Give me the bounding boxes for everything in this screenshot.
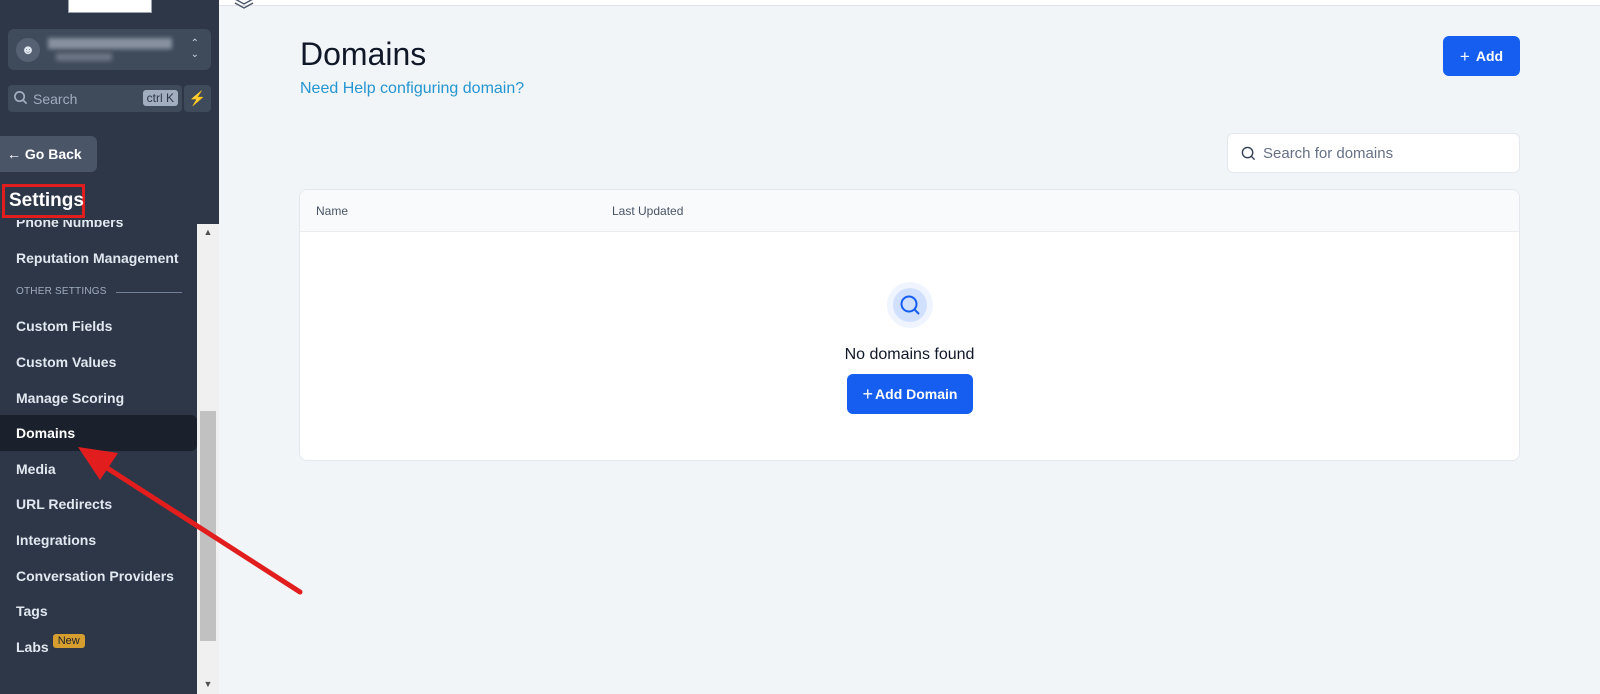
sidebar-item-reputation-management[interactable]: Reputation Management	[0, 240, 197, 276]
domains-table: Name Last Updated No domains found + Add …	[299, 189, 1520, 461]
search-icon	[14, 91, 28, 105]
column-header-last-updated[interactable]: Last Updated	[612, 204, 683, 218]
sidebar-item-url-redirects[interactable]: URL Redirects	[0, 486, 197, 522]
add-button-label: Add	[1475, 48, 1504, 64]
new-badge: New	[52, 634, 85, 648]
account-subtitle-redacted	[56, 53, 112, 61]
scroll-down-icon[interactable]: ▼	[197, 676, 219, 692]
section-divider	[116, 292, 182, 293]
account-switcher[interactable]: ☻ ⌃ ⌄	[8, 29, 211, 70]
sidebar-item-domains[interactable]: Domains	[0, 415, 197, 451]
bolt-icon: ⚡	[188, 90, 207, 106]
scroll-up-icon[interactable]: ▲	[197, 224, 219, 240]
account-name-redacted	[48, 38, 172, 49]
layers-icon[interactable]	[233, 0, 255, 12]
scrollbar-thumb[interactable]	[200, 411, 216, 641]
sidebar-item-tags[interactable]: Tags	[0, 593, 197, 629]
search-icon	[900, 295, 920, 315]
search-domains-placeholder: Search for domains	[1263, 145, 1394, 162]
sidebar-search-placeholder: Search	[33, 91, 78, 107]
empty-state-icon	[887, 282, 933, 328]
table-header: Name Last Updated	[300, 190, 1519, 232]
page-title: Domains	[300, 36, 427, 72]
go-back-label: Go Back	[24, 146, 82, 162]
go-back-button[interactable]: ← Go Back	[0, 136, 97, 172]
sidebar-item-phone-numbers[interactable]: Phone Numbers	[0, 220, 197, 240]
add-domain-label: Add Domain	[875, 386, 958, 402]
search-shortcut: ctrl K	[142, 90, 178, 106]
search-domains-input[interactable]: Search for domains	[1227, 133, 1520, 173]
settings-nav: Phone Numbers Reputation Management OTHE…	[0, 220, 197, 694]
help-link[interactable]: Need Help configuring domain?	[300, 80, 524, 98]
user-icon: ☻	[16, 38, 40, 62]
empty-state-text: No domains found	[844, 346, 975, 363]
add-button[interactable]: + Add	[1443, 36, 1520, 76]
section-label-other-settings: OTHER SETTINGS	[16, 286, 107, 297]
settings-title: Settings	[2, 184, 85, 218]
quick-actions-button[interactable]: ⚡	[184, 85, 211, 112]
sidebar-item-media[interactable]: Media	[0, 451, 197, 487]
sidebar-item-manage-scoring[interactable]: Manage Scoring	[0, 380, 197, 416]
sidebar-item-labs-label: Labs	[16, 639, 49, 655]
add-domain-button[interactable]: + Add Domain	[847, 374, 973, 414]
sidebar-item-custom-values[interactable]: Custom Values	[0, 344, 197, 380]
sidebar-search[interactable]: Search ctrl K	[8, 85, 182, 112]
top-bar	[219, 0, 1600, 6]
plus-icon: +	[862, 384, 874, 404]
arrow-left-icon: ←	[7, 146, 21, 162]
logo[interactable]	[68, 0, 152, 13]
sidebar-item-integrations[interactable]: Integrations	[0, 522, 197, 558]
chevron-updown-icon: ⌃ ⌄	[190, 38, 199, 60]
sidebar-item-custom-fields[interactable]: Custom Fields	[0, 308, 197, 344]
column-header-name[interactable]: Name	[316, 204, 348, 218]
sidebar-item-labs[interactable]: Labs New	[0, 629, 197, 665]
sidebar-item-conversation-providers[interactable]: Conversation Providers	[0, 558, 197, 594]
sidebar-scrollbar[interactable]: ▲ ▼	[197, 224, 219, 694]
plus-icon: +	[1459, 47, 1470, 66]
sidebar: ☻ ⌃ ⌄ Search ctrl K ⚡ ← Go Back Settings …	[0, 0, 219, 694]
search-icon	[1241, 146, 1256, 161]
